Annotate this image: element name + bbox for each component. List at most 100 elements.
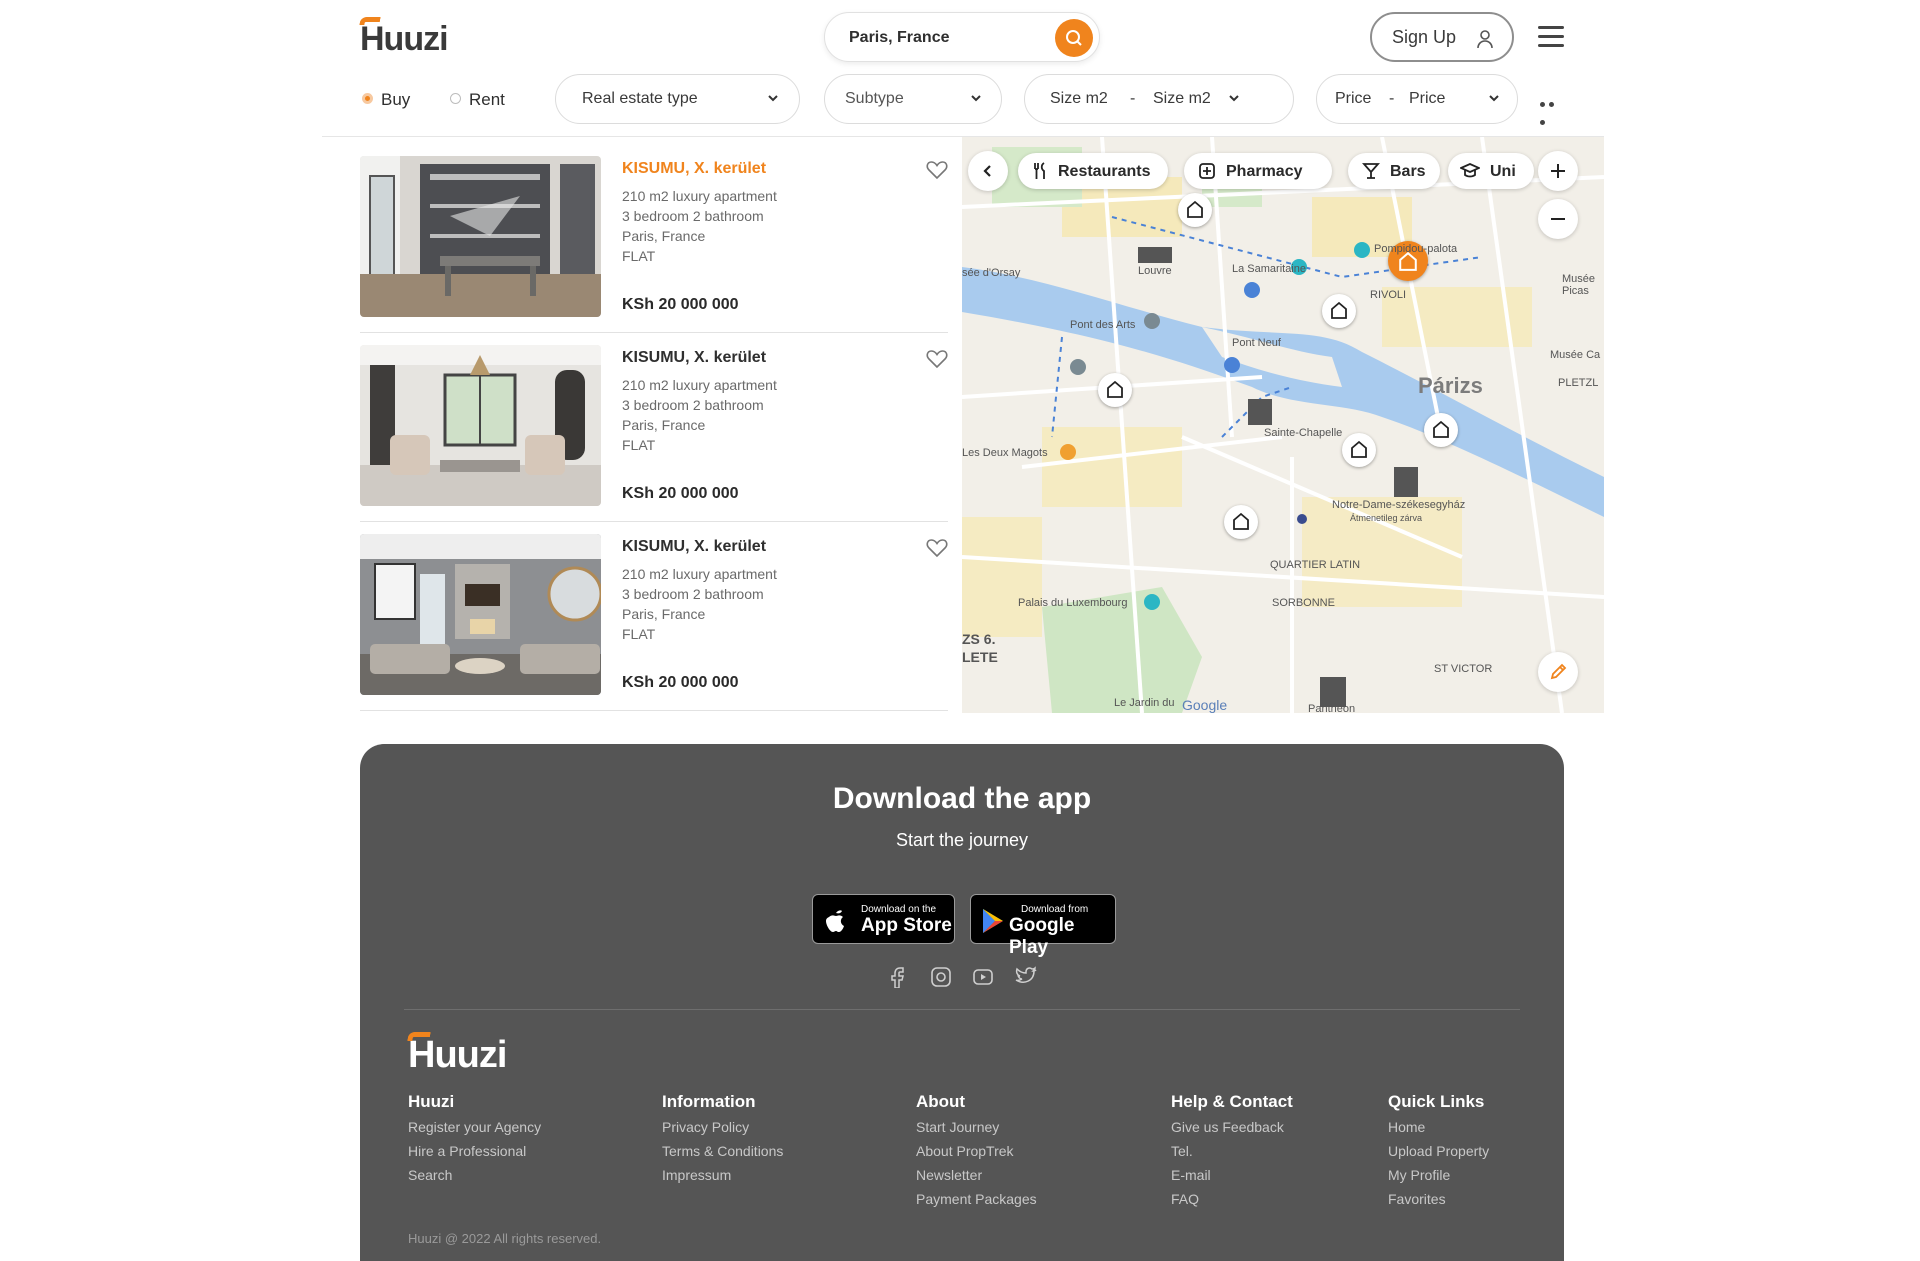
fork-knife-icon bbox=[1034, 162, 1045, 179]
listing-price: KSh 20 000 000 bbox=[622, 485, 739, 502]
chip-restaurants[interactable]: Restaurants bbox=[1018, 153, 1168, 189]
listing-rooms: 3 bedroom 2 bathroom bbox=[622, 397, 764, 413]
instagram-icon[interactable] bbox=[930, 966, 952, 993]
graduation-cap-icon bbox=[1460, 163, 1480, 178]
map-label: Les Deux Magots bbox=[962, 447, 1048, 459]
house-icon bbox=[1433, 420, 1449, 438]
twitter-icon[interactable] bbox=[1014, 966, 1038, 993]
footer-link[interactable]: Search bbox=[408, 1167, 541, 1183]
footer-link[interactable]: My Profile bbox=[1388, 1167, 1489, 1183]
youtube-icon[interactable] bbox=[972, 966, 994, 993]
footer-link[interactable]: About PropTrek bbox=[916, 1143, 1037, 1159]
footer-link[interactable]: Home bbox=[1388, 1119, 1489, 1135]
search-input[interactable]: Paris, France bbox=[849, 29, 950, 47]
app-store-button[interactable]: Download on the App Store bbox=[812, 894, 955, 944]
footer-link[interactable]: Terms & Conditions bbox=[662, 1143, 783, 1159]
listing-photo[interactable] bbox=[360, 345, 601, 506]
size-range-select[interactable]: Size m2 - Size m2 bbox=[1024, 74, 1294, 124]
footer-link[interactable]: Upload Property bbox=[1388, 1143, 1489, 1159]
map-label: Le Jardin du bbox=[1114, 697, 1175, 709]
chevron-down-icon bbox=[768, 95, 778, 102]
logo[interactable]: Huuzi bbox=[359, 17, 449, 59]
footer-link[interactable]: Favorites bbox=[1388, 1191, 1489, 1207]
copyright: Huuzi @ 2022 All rights reserved. bbox=[408, 1231, 602, 1246]
footer-column-title: Information bbox=[662, 1092, 756, 1111]
listing-title[interactable]: KISUMU, X. kerület bbox=[622, 538, 766, 556]
footer-link[interactable]: Hire a Professional bbox=[408, 1143, 541, 1159]
listing-location: Paris, France bbox=[622, 417, 706, 433]
favorite-heart-icon[interactable] bbox=[926, 349, 948, 369]
real-estate-type-select[interactable]: Real estate type bbox=[555, 74, 800, 124]
footer-column-title: Help & Contact bbox=[1171, 1092, 1293, 1111]
property-pin[interactable] bbox=[1098, 373, 1132, 407]
listing-title[interactable]: KISUMU, X. kerület bbox=[622, 160, 766, 178]
zoom-in-button[interactable] bbox=[1538, 151, 1578, 191]
footer-column-about: About Start Journey About PropTrek Newsl… bbox=[916, 1092, 1037, 1215]
footer-link[interactable]: Give us Feedback bbox=[1171, 1119, 1293, 1135]
footer: Download the app Start the journey Downl… bbox=[360, 744, 1564, 1261]
listing-location: Paris, France bbox=[622, 606, 706, 622]
footer-link[interactable]: Register your Agency bbox=[408, 1119, 541, 1135]
map-canvas bbox=[962, 137, 1604, 713]
footer-column-quick-links: Quick Links Home Upload Property My Prof… bbox=[1388, 1092, 1489, 1215]
google-play-button[interactable]: Download from Google Play bbox=[970, 894, 1116, 958]
chip-pharmacy[interactable]: Pharmacy bbox=[1184, 153, 1332, 189]
draw-area-button[interactable] bbox=[1538, 652, 1578, 692]
footer-link[interactable]: Payment Packages bbox=[916, 1191, 1037, 1207]
footer-link[interactable]: FAQ bbox=[1171, 1191, 1293, 1207]
google-play-icon bbox=[983, 909, 1003, 933]
map-label: Pompidou-palota bbox=[1374, 243, 1458, 255]
facebook-icon[interactable] bbox=[888, 966, 908, 993]
house-icon bbox=[1331, 301, 1347, 319]
logo-roof-icon bbox=[407, 1032, 431, 1041]
footer-link[interactable]: Privacy Policy bbox=[662, 1119, 783, 1135]
social-links bbox=[888, 966, 1048, 990]
listing-card[interactable]: KISUMU, X. kerület 210 m2 luxury apartme… bbox=[360, 534, 948, 711]
map-label: QUARTIER LATIN bbox=[1270, 559, 1361, 571]
listing-photo[interactable] bbox=[360, 156, 601, 317]
pencil-icon bbox=[1550, 663, 1567, 680]
zoom-out-button[interactable] bbox=[1538, 199, 1578, 239]
footer-column-title: Quick Links bbox=[1388, 1092, 1485, 1111]
map-collapse-button[interactable] bbox=[968, 151, 1008, 191]
more-filters-icon[interactable] bbox=[1540, 94, 1566, 125]
listing-location: Paris, France bbox=[622, 228, 706, 244]
search-button[interactable] bbox=[1055, 19, 1093, 57]
download-subtitle: Start the journey bbox=[895, 830, 1029, 850]
listing-card[interactable]: KISUMU, X. kerület 210 m2 luxury apartme… bbox=[360, 156, 948, 333]
hamburger-menu-icon[interactable] bbox=[1538, 26, 1564, 48]
favorite-heart-icon[interactable] bbox=[926, 160, 948, 180]
property-pin[interactable] bbox=[1322, 294, 1356, 328]
footer-logo[interactable]: Huuzi bbox=[407, 1032, 507, 1077]
chip-bars[interactable]: Bars bbox=[1348, 153, 1440, 189]
search-bar[interactable]: Paris, France bbox=[824, 12, 1100, 62]
subtype-select[interactable]: Subtype bbox=[824, 74, 1002, 124]
rent-radio[interactable]: Rent bbox=[450, 90, 505, 110]
listing-card[interactable]: KISUMU, X. kerület 210 m2 luxury apartme… bbox=[360, 345, 948, 522]
footer-column-huuzi: Huuzi Register your Agency Hire a Profes… bbox=[408, 1092, 541, 1191]
listing-title[interactable]: KISUMU, X. kerület bbox=[622, 349, 766, 367]
footer-link[interactable]: Impressum bbox=[662, 1167, 783, 1183]
footer-link[interactable]: E-mail bbox=[1171, 1167, 1293, 1183]
favorite-heart-icon[interactable] bbox=[926, 538, 948, 558]
property-pin[interactable] bbox=[1224, 505, 1258, 539]
footer-link[interactable]: Newsletter bbox=[916, 1167, 1037, 1183]
property-pin[interactable] bbox=[1342, 433, 1376, 467]
price-range-select[interactable]: Price - Price bbox=[1316, 74, 1518, 124]
map-label: Pont Neuf bbox=[1232, 337, 1281, 349]
house-icon bbox=[1187, 200, 1203, 218]
listing-price: KSh 20 000 000 bbox=[622, 296, 739, 313]
map-label: sée d'Orsay bbox=[962, 267, 1021, 279]
map[interactable]: Restaurants Pharmacy Bars Uni Louvre La … bbox=[962, 137, 1604, 713]
property-pin[interactable] bbox=[1178, 193, 1212, 227]
property-pin[interactable] bbox=[1424, 413, 1458, 447]
footer-link[interactable]: Start Journey bbox=[916, 1119, 1037, 1135]
sign-up-button[interactable]: Sign Up bbox=[1370, 12, 1514, 62]
map-label: PLETZL bbox=[1558, 377, 1599, 389]
map-label: ST VICTOR bbox=[1434, 663, 1493, 675]
buy-radio[interactable]: Buy bbox=[362, 90, 410, 110]
footer-link[interactable]: Tel. bbox=[1171, 1143, 1293, 1159]
chip-uni[interactable]: Uni bbox=[1448, 153, 1534, 189]
listing-photo[interactable] bbox=[360, 534, 601, 695]
listing-price: KSh 20 000 000 bbox=[622, 674, 739, 691]
